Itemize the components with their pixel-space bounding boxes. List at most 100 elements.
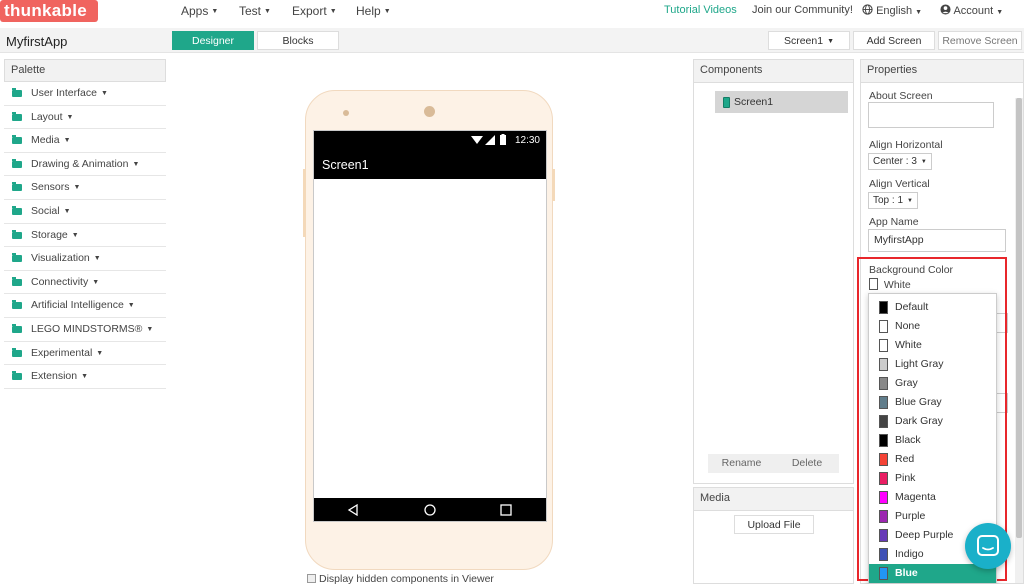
color-option[interactable]: Magenta [869,488,996,507]
menu-apps[interactable]: Apps ▼ [181,4,218,18]
display-hidden-components[interactable]: Display hidden components in Viewer [307,573,494,584]
palette-category[interactable]: Connectivity ▼ [4,270,166,295]
thunkable-logo[interactable]: thunkable [0,0,98,22]
caret-down-icon: ▼ [264,8,271,15]
menu-help[interactable]: Help ▼ [356,4,391,18]
battery-icon [500,134,506,145]
project-name: MyfirstApp [6,34,68,49]
color-option[interactable]: Black [869,431,996,450]
color-swatch [879,472,888,485]
color-option[interactable]: Blue Gray [869,393,996,412]
palette-category[interactable]: Social ▼ [4,199,166,224]
caret-down-icon: ▼ [92,278,100,286]
designer-button[interactable]: Designer [172,31,254,50]
palette-category[interactable]: Drawing & Animation ▼ [4,152,166,177]
color-option[interactable]: White [869,336,996,355]
menu-export[interactable]: Export ▼ [292,4,337,18]
palette-category[interactable]: User Interface ▼ [4,82,166,106]
phone-camera [424,106,435,117]
screen-select[interactable]: Screen1 ▼ [768,31,850,50]
delete-button[interactable]: Delete [775,454,839,473]
color-option[interactable]: Default [869,298,996,317]
caret-down-icon: ▼ [907,198,913,204]
component-tree-item[interactable]: Screen1 [715,91,848,113]
caret-down-icon: ▼ [96,349,104,357]
checkbox[interactable] [307,574,316,583]
color-swatch [879,529,888,542]
palette-category[interactable]: Extension ▼ [4,365,166,389]
color-option[interactable]: Blue [869,564,996,583]
folder-icon [12,276,22,286]
caret-down-icon: ▼ [71,231,79,239]
palette-category[interactable]: Experimental ▼ [4,341,166,366]
color-option[interactable]: Red [869,450,996,469]
components-header: Components [694,60,853,83]
caret-down-icon: ▼ [132,160,140,168]
chat-button[interactable] [965,523,1011,569]
align-horizontal-label: Align Horizontal [869,139,943,151]
caret-down-icon: ▼ [63,137,71,145]
status-bar: 12:30 [314,131,546,149]
properties-header: Properties [861,60,1023,83]
palette-list: User Interface ▼ Layout ▼ Media ▼ Drawing & An… [4,82,166,389]
phone-side-button [303,169,306,237]
color-option[interactable]: Light Gray [869,355,996,374]
caret-down-icon: ▼ [915,9,923,16]
phone-side-button [552,169,555,201]
menu-test[interactable]: Test ▼ [239,4,271,18]
caret-down-icon: ▼ [93,255,101,263]
upload-file-button[interactable]: Upload File [734,515,814,534]
color-swatch [879,453,888,466]
color-swatch [879,415,888,428]
align-horizontal-select[interactable]: Center : 3 ▼ [868,153,932,170]
color-swatch [879,339,888,352]
back-icon [347,504,358,516]
remove-screen-button[interactable]: Remove Screen [938,31,1022,50]
caret-down-icon: ▼ [329,8,337,15]
palette-panel: Palette User Interface ▼ Layout ▼ Media ▼ Draw… [4,59,166,389]
blocks-button[interactable]: Blocks [257,31,339,50]
palette-category[interactable]: Layout ▼ [4,105,166,130]
palette-category[interactable]: Visualization ▼ [4,247,166,271]
add-screen-button[interactable]: Add Screen [853,31,935,50]
tutorial-videos-link[interactable]: Tutorial Videos [664,4,737,16]
palette-category[interactable]: Storage ▼ [4,223,166,248]
project-toolbar: MyfirstApp Designer Blocks Screen1 ▼ Add … [0,28,1024,53]
properties-scrollbar[interactable] [1015,98,1023,583]
about-screen-textarea[interactable] [868,102,994,128]
color-swatch [879,434,888,447]
color-swatch [879,301,888,314]
color-swatch [879,548,888,561]
color-option[interactable]: Dark Gray [869,412,996,431]
align-vertical-label: Align Vertical [869,178,930,190]
color-swatch [879,396,888,409]
folder-icon [12,88,22,97]
screen-canvas[interactable]: 12:30 Screen1 [313,130,547,522]
align-vertical-select[interactable]: Top : 1 ▼ [868,192,918,209]
color-swatch [879,491,888,504]
color-swatch [879,567,888,580]
home-icon [424,504,436,516]
color-option[interactable]: Gray [869,374,996,393]
caret-down-icon: ▼ [66,113,74,121]
palette-category[interactable]: Artificial Intelligence ▼ [4,294,166,318]
folder-icon [12,300,22,310]
rename-button[interactable]: Rename [708,454,775,473]
color-option[interactable]: None [869,317,996,336]
phone-viewer: 12:30 Screen1 [303,90,555,570]
color-option[interactable]: Purple [869,507,996,526]
palette-category[interactable]: Media ▼ [4,129,166,153]
account-menu[interactable]: Account ▼ [940,4,1003,17]
folder-icon [12,135,22,145]
palette-category[interactable]: LEGO MINDSTORMS® ▼ [4,317,166,342]
screen-icon [723,97,730,108]
language-menu[interactable]: English ▼ [862,4,922,17]
color-option[interactable]: Pink [869,469,996,488]
scrollbar-thumb[interactable] [1016,98,1022,538]
palette-category[interactable]: Sensors ▼ [4,176,166,200]
app-name-input[interactable]: MyfirstApp [868,229,1006,252]
app-name-label: App Name [869,216,919,228]
caret-down-icon: ▼ [996,9,1004,16]
screen-title-bar: Screen1 [314,149,546,179]
community-link[interactable]: Join our Community! [752,4,853,16]
